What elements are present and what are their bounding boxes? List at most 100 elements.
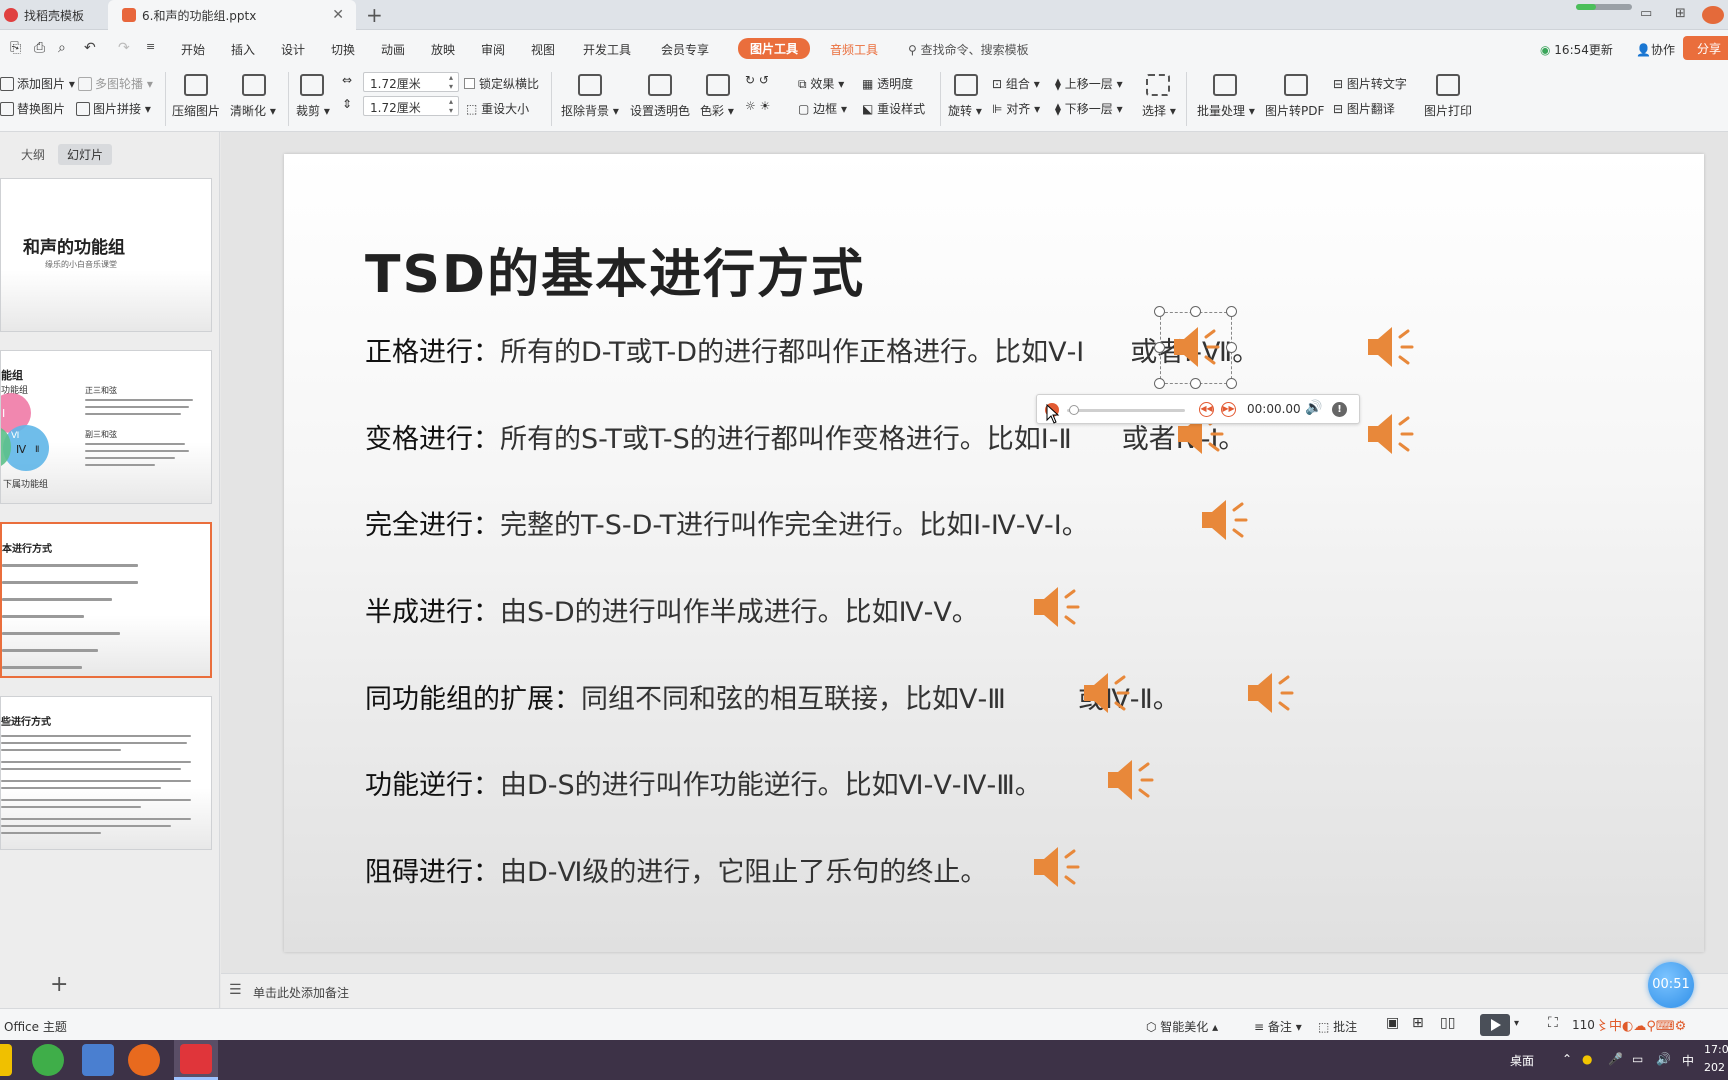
tray-app-icon[interactable]: ● <box>1582 1052 1592 1066</box>
reading-view-icon[interactable]: ▯▯ <box>1440 1015 1455 1031</box>
preview-icon[interactable]: ⌕ <box>58 40 66 56</box>
multi-outline-button[interactable]: 多图轮播 ▾ <box>78 75 153 92</box>
add-slide-button[interactable]: + <box>50 972 68 997</box>
taskbar-active-app[interactable] <box>174 1040 218 1080</box>
height-input[interactable]: 1.72厘米 <box>363 96 459 116</box>
speaker-icon[interactable] <box>1030 842 1082 892</box>
redo-icon[interactable]: ↷ <box>118 40 130 56</box>
tab-template-store[interactable]: 找稻壳模板 <box>0 0 108 30</box>
smart-beautify-button[interactable]: ⬡ 智能美化 ▴ <box>1146 1018 1218 1035</box>
slide-thumbnail-4[interactable]: 些进行方式 <box>0 696 212 850</box>
menu-home[interactable]: 开始 <box>181 41 205 58</box>
sharpen-button[interactable]: 清晰化 ▾ <box>230 102 276 119</box>
theme-name[interactable]: Office 主题 <box>4 1018 67 1035</box>
width-input[interactable]: 1.72厘米 <box>363 72 459 92</box>
row-extension[interactable]: 同功能组的扩展：同组不同和弦的相互联接，比如Ⅴ-Ⅲ 或Ⅳ-Ⅱ。 <box>365 677 1180 716</box>
border-button[interactable]: ▢ 边框 ▾ <box>798 100 847 117</box>
batch-button[interactable]: 批量处理 ▾ <box>1197 102 1255 119</box>
close-icon[interactable]: ✕ <box>332 7 344 23</box>
tab-audio-tools[interactable]: 音频工具 <box>830 41 878 58</box>
calculator-icon[interactable] <box>82 1044 114 1076</box>
resize-handle[interactable] <box>1226 342 1237 353</box>
notes-bar[interactable]: ☰ 单击此处添加备注 <box>221 973 1728 1008</box>
speaker-icon[interactable] <box>1104 755 1156 805</box>
reset-size-button[interactable]: ⬚ 重设大小 <box>466 100 529 117</box>
tab-picture-tools[interactable]: 图片工具 <box>738 38 811 59</box>
save-icon[interactable]: ⎘ <box>10 40 21 56</box>
ime-toolbar[interactable]: 〻中◐☁⚲⌨⚙ <box>1596 1015 1686 1034</box>
tab-slides[interactable]: 幻灯片 <box>58 144 113 165</box>
reset-style-button[interactable]: ⬕ 重设样式 <box>862 100 925 117</box>
slideshow-play-button[interactable] <box>1480 1014 1510 1036</box>
group-button[interactable]: ⊡ 组合 ▾ <box>992 75 1040 92</box>
effects-button[interactable]: ⧉ 效果 ▾ <box>798 75 844 92</box>
file-explorer-icon[interactable] <box>0 1044 12 1076</box>
slide-thumbnail-2[interactable]: 能组 功能组 I Ⅳ Ⅵ Ⅱ 下属功能组 正三和弦 副三和弦 <box>0 350 212 504</box>
row-complete[interactable]: 完全进行：完整的T-S-D-T进行叫作完全进行。比如Ⅰ-Ⅳ-Ⅴ-Ⅰ。 <box>365 503 1089 542</box>
tray-chevron-icon[interactable]: ⌃ <box>1562 1052 1572 1066</box>
menu-design[interactable]: 设计 <box>281 41 305 58</box>
print-picture-button[interactable]: 图片打印 <box>1424 102 1472 119</box>
menu-view[interactable]: 视图 <box>531 41 555 58</box>
recording-timer[interactable]: 00:51 <box>1648 962 1694 1008</box>
layout-icon[interactable]: ▭ <box>1640 6 1652 24</box>
color-button[interactable]: 色彩 ▾ <box>700 102 734 119</box>
normal-view-icon[interactable]: ▣ <box>1386 1015 1399 1031</box>
command-search[interactable]: ⚲ 查找命令、搜索模板 <box>908 41 1029 58</box>
menu-insert[interactable]: 插入 <box>231 41 255 58</box>
speaker-icon[interactable] <box>1364 322 1416 372</box>
seek-bar[interactable] <box>1067 409 1185 412</box>
resize-handle[interactable] <box>1154 342 1165 353</box>
row-half[interactable]: 半成进行：由S-D的进行叫作半成进行。比如Ⅳ-Ⅴ。 <box>365 590 979 629</box>
network-icon[interactable]: ▭ <box>1632 1052 1643 1066</box>
compress-button[interactable]: 压缩图片 <box>172 102 220 119</box>
new-tab-button[interactable]: + <box>366 3 383 27</box>
menu-animation[interactable]: 动画 <box>381 41 405 58</box>
transparency-button[interactable]: ▦ 透明度 <box>862 75 913 92</box>
menu-developer[interactable]: 开发工具 <box>583 41 631 58</box>
to-text-button[interactable]: ⊟ 图片转文字 <box>1333 75 1407 92</box>
zoom-level[interactable]: 110 <box>1572 1018 1595 1032</box>
brightness-up-icon[interactable]: ↻ ↺ <box>745 73 769 87</box>
row-authentic[interactable]: 正格进行：所有的D-T或T-D的进行都叫作正格进行。比如Ⅴ-Ⅰ或者Ⅰ-Ⅶ。 <box>365 330 1259 369</box>
to-pdf-button[interactable]: 图片转PDF <box>1265 102 1324 119</box>
menu-transition[interactable]: 切换 <box>331 41 355 58</box>
lock-ratio-checkbox[interactable]: 锁定纵横比 <box>464 75 539 92</box>
play-options-icon[interactable]: ▾ <box>1514 1018 1519 1029</box>
ime-indicator[interactable]: 中 <box>1682 1052 1694 1069</box>
speaker-icon[interactable] <box>1030 582 1082 632</box>
row-deceptive[interactable]: 阻碍进行：由D-Ⅵ级的进行，它阻止了乐句的终止。 <box>365 850 987 889</box>
avatar[interactable] <box>1702 6 1724 24</box>
resize-handle[interactable] <box>1226 378 1237 389</box>
volume-icon[interactable]: 🔊 <box>1656 1052 1671 1066</box>
menu-chevron-icon[interactable]: ≡ <box>146 40 155 53</box>
forward-icon[interactable]: ▶▶ <box>1221 402 1236 417</box>
menu-member[interactable]: 会员专享 <box>661 41 709 58</box>
align-button[interactable]: ⊫ 对齐 ▾ <box>992 100 1040 117</box>
desktop-label[interactable]: 桌面 <box>1510 1052 1534 1069</box>
bring-forward-button[interactable]: ⧫ 上移一层 ▾ <box>1055 75 1123 92</box>
fit-window-icon[interactable]: ⛶ <box>1548 1015 1558 1031</box>
undo-icon[interactable]: ↶ <box>84 40 96 56</box>
rotate-button[interactable]: 旋转 ▾ <box>948 102 982 119</box>
resize-handle[interactable] <box>1190 306 1201 317</box>
slide-thumbnail-1[interactable]: 和声的功能组 缘乐的小白音乐课堂 <box>0 178 212 332</box>
speaker-icon[interactable] <box>1244 668 1296 718</box>
browser-360-icon[interactable] <box>32 1044 64 1076</box>
speaker-icon[interactable] <box>1198 495 1250 545</box>
update-status[interactable]: ◉ 16:54更新 <box>1540 41 1613 58</box>
tab-document[interactable]: 6.和声的功能组.pptx ✕ <box>108 0 356 30</box>
rewind-icon[interactable]: ◀◀ <box>1199 402 1214 417</box>
volume-icon[interactable]: 🔊 <box>1305 400 1322 416</box>
tab-outline[interactable]: 大纲 <box>12 144 54 165</box>
resize-handle[interactable] <box>1154 306 1165 317</box>
print-icon[interactable]: ⎙ <box>34 40 45 56</box>
select-button[interactable]: 选择 ▾ <box>1142 102 1176 119</box>
slide-title[interactable]: TSD的基本进行方式 <box>365 232 865 307</box>
contrast-icon[interactable]: ☼ ☀ <box>745 99 770 113</box>
firefox-icon[interactable] <box>128 1044 160 1076</box>
slide-thumbnail-3[interactable]: 本进行方式 <box>0 522 212 678</box>
remove-bg-button[interactable]: 抠除背景 ▾ <box>561 102 619 119</box>
grid-icon[interactable]: ⊞ <box>1675 6 1686 24</box>
menu-slideshow[interactable]: 放映 <box>431 41 455 58</box>
